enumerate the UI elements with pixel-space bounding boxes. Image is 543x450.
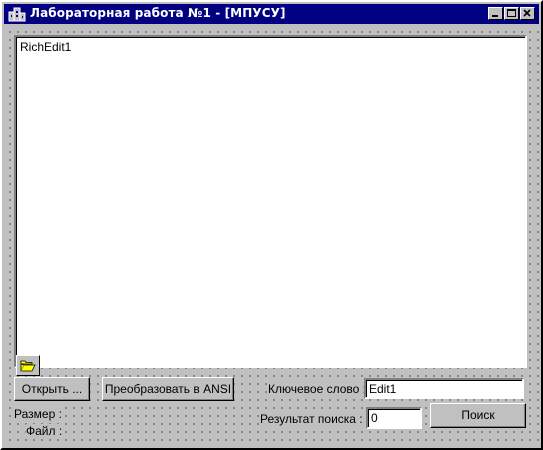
close-icon: [523, 9, 531, 17]
minimize-button[interactable]: [488, 7, 503, 20]
search-result-value[interactable]: 0: [371, 411, 378, 425]
maximize-button[interactable]: [504, 7, 519, 20]
open-folder-icon: [20, 360, 36, 372]
file-label: Файл :: [26, 424, 63, 438]
search-button-label: Поиск: [461, 408, 495, 422]
window-title: Лабораторная работа №1 - [МПУСУ]: [30, 6, 286, 20]
title-bar[interactable]: Лабораторная работа №1 - [МПУСУ]: [4, 4, 539, 24]
convert-button-label: Преобразовать в ANSI: [104, 382, 232, 396]
open-button-label: Открыть ...: [21, 382, 83, 396]
minimize-icon: [492, 15, 498, 17]
keyword-input-value[interactable]: Edit1: [369, 382, 396, 396]
rich-edit-text-area[interactable]: RichEdit1: [14, 35, 527, 368]
open-button[interactable]: Открыть ...: [14, 377, 90, 401]
maximize-icon: [507, 9, 516, 17]
rich-edit-content[interactable]: RichEdit1: [20, 40, 71, 54]
search-result-label: Результат поиска :: [260, 412, 363, 426]
keyword-input[interactable]: Edit1: [364, 378, 524, 399]
keyword-label: Ключевое слово :: [268, 382, 366, 396]
close-button[interactable]: [520, 7, 535, 20]
building-icon[interactable]: [8, 6, 26, 22]
form-client-area: RichEdit1 Открыть ... Преобразовать в AN…: [4, 26, 539, 446]
search-button[interactable]: Поиск: [430, 403, 526, 428]
search-result-field[interactable]: 0: [366, 407, 422, 429]
main-window: Лабораторная работа №1 - [МПУСУ] RichEdi…: [0, 0, 543, 450]
size-label: Размер :: [14, 407, 62, 421]
convert-to-ansi-button[interactable]: Преобразовать в ANSI: [102, 377, 234, 401]
open-folder-button[interactable]: [16, 355, 40, 376]
